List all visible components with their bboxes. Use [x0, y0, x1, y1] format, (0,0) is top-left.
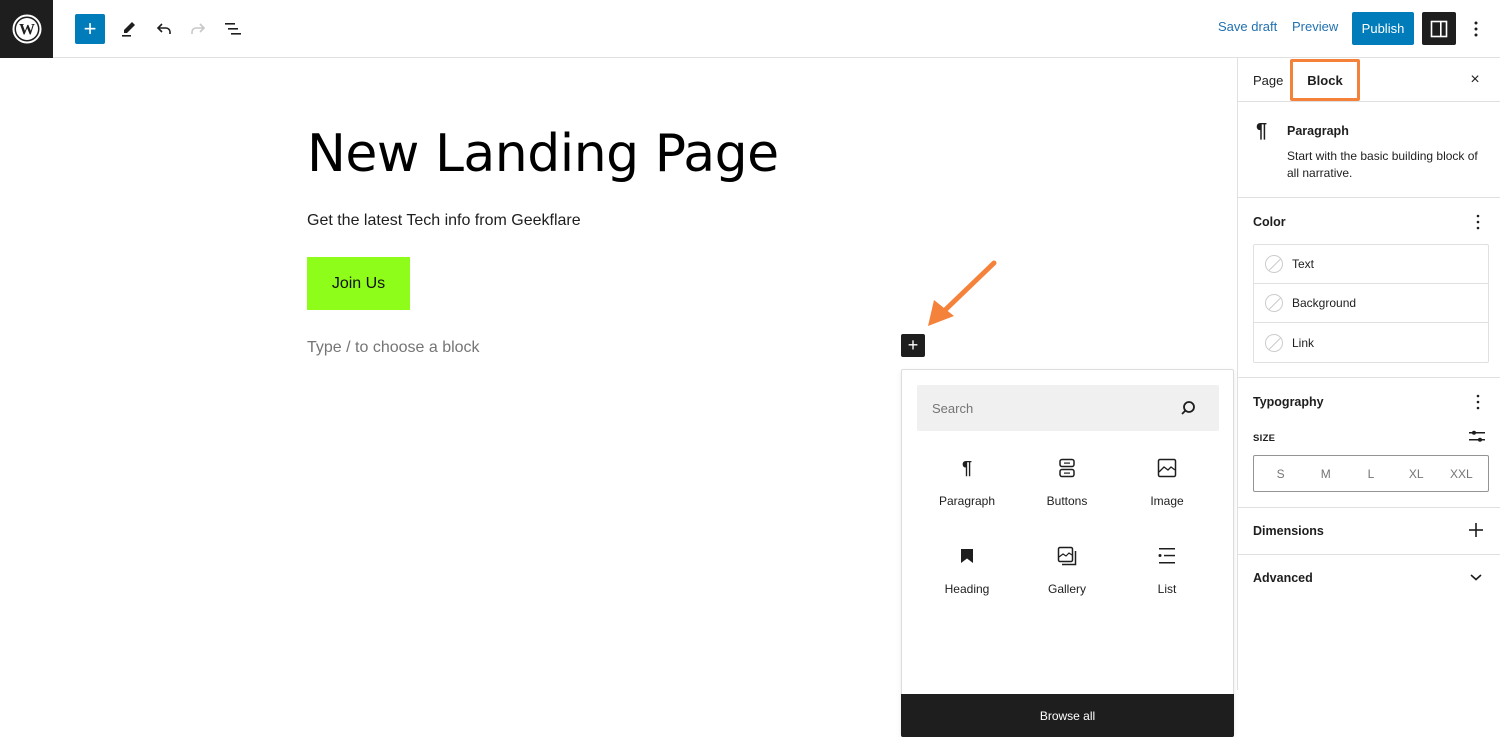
chevron-down-icon	[1470, 574, 1482, 581]
font-size-option[interactable]: L	[1351, 467, 1391, 481]
dimensions-panel[interactable]: Dimensions	[1238, 508, 1500, 555]
empty-swatch-icon	[1265, 333, 1283, 352]
block-option-label: Heading	[944, 582, 990, 596]
block-option-gallery[interactable]: Gallery	[1017, 540, 1117, 604]
buttons-icon	[1059, 456, 1075, 480]
color-settings-list: Text Background Link	[1253, 244, 1489, 363]
sidebar-toggle-icon	[1430, 20, 1448, 37]
font-size-option[interactable]: XXL	[1441, 467, 1481, 481]
empty-swatch-icon	[1265, 294, 1283, 312]
editor-canvas: New Landing Page Get the latest Tech inf…	[0, 58, 1237, 737]
wordpress-logo-button[interactable]: W	[0, 0, 53, 58]
options-menu-button[interactable]	[1466, 14, 1486, 44]
block-inserter-popover: ¶ Paragraph Buttons Image Heading	[901, 369, 1234, 737]
block-option-label: List	[1157, 582, 1177, 596]
wordpress-icon: W	[12, 14, 41, 44]
color-option-label: Link	[1292, 335, 1315, 350]
sidebar-tabs: Page Block ×	[1238, 58, 1500, 102]
color-option-link[interactable]: Link	[1254, 323, 1488, 362]
paragraph-icon: ¶	[1256, 120, 1268, 142]
redo-icon	[191, 23, 206, 34]
redo-button[interactable]	[183, 14, 213, 44]
color-options-button[interactable]	[1470, 212, 1486, 232]
advanced-panel-title: Advanced	[1253, 571, 1313, 585]
color-panel-title: Color	[1253, 215, 1286, 229]
color-panel: Color Text Background Link	[1238, 198, 1500, 378]
block-card-title: Paragraph	[1287, 124, 1349, 138]
preview-button[interactable]: Preview	[1292, 19, 1338, 34]
browse-all-button[interactable]: Browse all	[901, 694, 1234, 737]
close-sidebar-button[interactable]: ×	[1465, 70, 1485, 90]
undo-button[interactable]	[149, 14, 179, 44]
color-option-background[interactable]: Background	[1254, 284, 1488, 323]
more-vertical-icon	[1476, 394, 1480, 410]
post-title[interactable]: New Landing Page	[307, 124, 779, 184]
font-size-option[interactable]: XL	[1396, 467, 1436, 481]
paragraph-icon: ¶	[961, 457, 972, 478]
block-option-list[interactable]: List	[1117, 540, 1217, 604]
join-us-button-block[interactable]: Join Us	[307, 257, 410, 310]
empty-swatch-icon	[1265, 255, 1283, 273]
font-size-option[interactable]: S	[1261, 467, 1301, 481]
block-option-buttons[interactable]: Buttons	[1017, 452, 1117, 516]
undo-icon	[156, 23, 171, 34]
plus-icon	[1469, 523, 1483, 537]
color-option-label: Text	[1292, 257, 1315, 271]
dimensions-add-button[interactable]	[1466, 520, 1486, 540]
block-option-label: Gallery	[1047, 582, 1086, 596]
block-search-input[interactable]	[917, 385, 1157, 431]
gallery-icon	[1057, 544, 1077, 568]
typography-panel: Typography SIZE S M L XL XXL	[1238, 378, 1500, 508]
color-option-text[interactable]: Text	[1254, 245, 1488, 284]
list-icon	[1157, 544, 1177, 568]
add-block-button[interactable]: +	[75, 14, 105, 44]
pencil-icon	[122, 22, 135, 37]
block-option-label: Paragraph	[938, 494, 996, 508]
empty-block-placeholder[interactable]: Type / to choose a block	[307, 339, 480, 357]
advanced-expand-button[interactable]	[1466, 567, 1486, 587]
settings-sliders-icon	[1469, 430, 1485, 442]
heading-icon	[960, 544, 974, 568]
color-option-label: Background	[1292, 296, 1357, 310]
settings-sidebar: Page Block × ¶ Paragraph Start with the …	[1237, 58, 1500, 690]
block-option-label: Image	[1150, 494, 1184, 508]
font-size-picker: S M L XL XXL	[1253, 455, 1489, 492]
block-option-heading[interactable]: Heading	[917, 540, 1017, 604]
custom-size-toggle[interactable]	[1468, 428, 1486, 449]
search-icon	[1181, 401, 1195, 415]
more-vertical-icon	[1474, 21, 1478, 37]
font-size-option[interactable]: M	[1306, 467, 1346, 481]
typography-options-button[interactable]	[1470, 392, 1486, 412]
svg-text:W: W	[19, 22, 35, 39]
inline-add-block-button[interactable]: +	[901, 334, 925, 357]
advanced-panel[interactable]: Advanced	[1238, 555, 1500, 602]
more-vertical-icon	[1476, 214, 1480, 230]
block-option-image[interactable]: Image	[1117, 452, 1217, 516]
document-overview-button[interactable]	[218, 14, 248, 44]
tab-block[interactable]: Block	[1290, 59, 1360, 101]
block-option-paragraph[interactable]: ¶ Paragraph	[917, 452, 1017, 516]
publish-button[interactable]: Publish	[1352, 12, 1414, 45]
list-view-icon	[225, 23, 241, 35]
block-search-field[interactable]	[917, 385, 1219, 431]
annotation-arrow-icon	[928, 260, 997, 326]
block-card-description: Start with the basic building block of a…	[1287, 149, 1478, 180]
paragraph-block[interactable]: Get the latest Tech info from Geekflare	[307, 212, 581, 230]
dimensions-panel-title: Dimensions	[1253, 524, 1324, 538]
edit-tool-button[interactable]	[114, 14, 144, 44]
image-icon	[1157, 456, 1177, 480]
settings-toggle-button[interactable]	[1422, 12, 1456, 45]
block-card: ¶ Paragraph Start with the basic buildin…	[1238, 102, 1500, 198]
font-size-label: SIZE	[1253, 433, 1276, 444]
block-option-label: Buttons	[1046, 494, 1088, 508]
typography-panel-title: Typography	[1253, 395, 1324, 409]
tab-page[interactable]: Page	[1253, 58, 1283, 102]
save-draft-button[interactable]: Save draft	[1218, 19, 1277, 34]
block-list: ¶ Paragraph Buttons Image Heading Galler…	[917, 452, 1219, 604]
close-icon: ×	[1470, 71, 1480, 88]
editor-header: W + Save draft Preview Publish	[0, 0, 1500, 58]
